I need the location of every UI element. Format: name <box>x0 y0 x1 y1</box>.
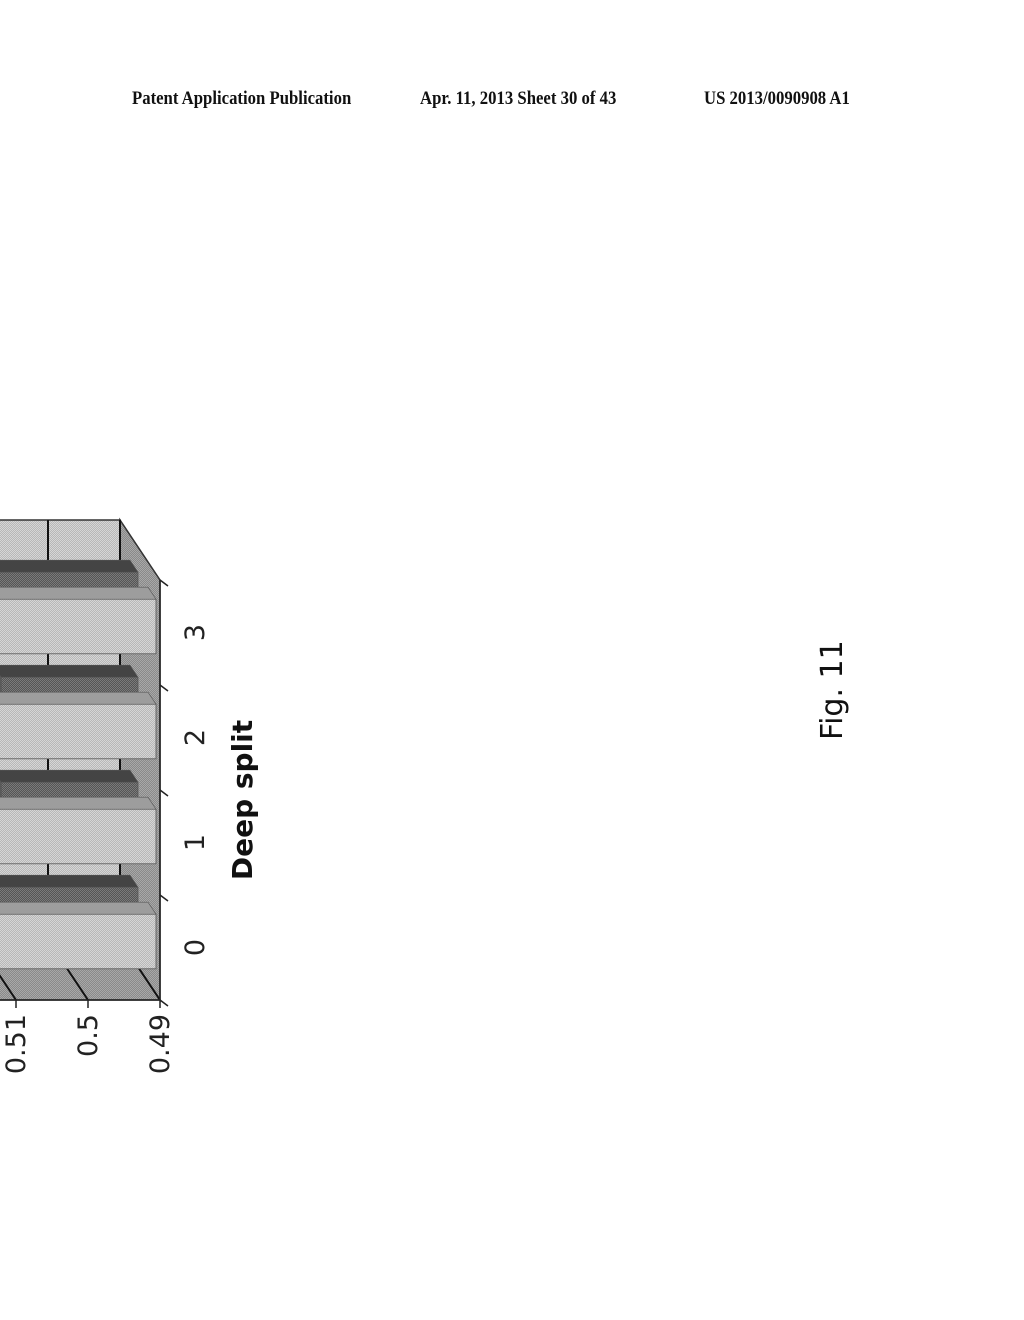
bar-front <box>0 703 157 760</box>
figure-label: Fig. 11 <box>815 640 850 740</box>
bar <box>0 586 157 655</box>
x-tick-mark <box>159 684 169 692</box>
bar-side <box>0 664 139 678</box>
x-tick-mark <box>159 999 169 1007</box>
category-axis: 0 1 2 3 <box>159 579 211 1007</box>
bar-side <box>0 901 157 915</box>
bar-chart: 0.490.50.510.520.530.54 0123 Deep split … <box>0 517 850 1074</box>
bar-side <box>0 691 157 705</box>
bar-side <box>0 796 157 810</box>
x-tick-label: 1 <box>180 834 211 851</box>
bar-side <box>0 769 139 783</box>
x-tick-label: 2 <box>180 729 211 746</box>
bar-side <box>0 559 139 573</box>
x-axis-title: Deep split <box>226 720 259 880</box>
bar <box>0 796 157 865</box>
bar-side <box>0 874 139 888</box>
bar <box>0 901 157 970</box>
bar-front <box>0 808 157 865</box>
x-tick-mark <box>159 789 169 797</box>
x-tick-label: 3 <box>180 624 211 641</box>
bar <box>0 691 157 760</box>
bar-front <box>0 913 157 970</box>
x-tick-mark <box>159 579 169 587</box>
x-tick-label: 0 <box>180 939 211 956</box>
x-tick-mark <box>159 894 169 902</box>
y-tick-label: 0.5 <box>73 1014 104 1057</box>
y-tick-label: 0.51 <box>1 1014 32 1074</box>
y-tick-label: 0.49 <box>145 1014 176 1074</box>
value-axis: 0.490.50.510.520.530.54 <box>0 999 176 1074</box>
bar-side <box>0 586 157 600</box>
bar-front <box>0 598 157 655</box>
